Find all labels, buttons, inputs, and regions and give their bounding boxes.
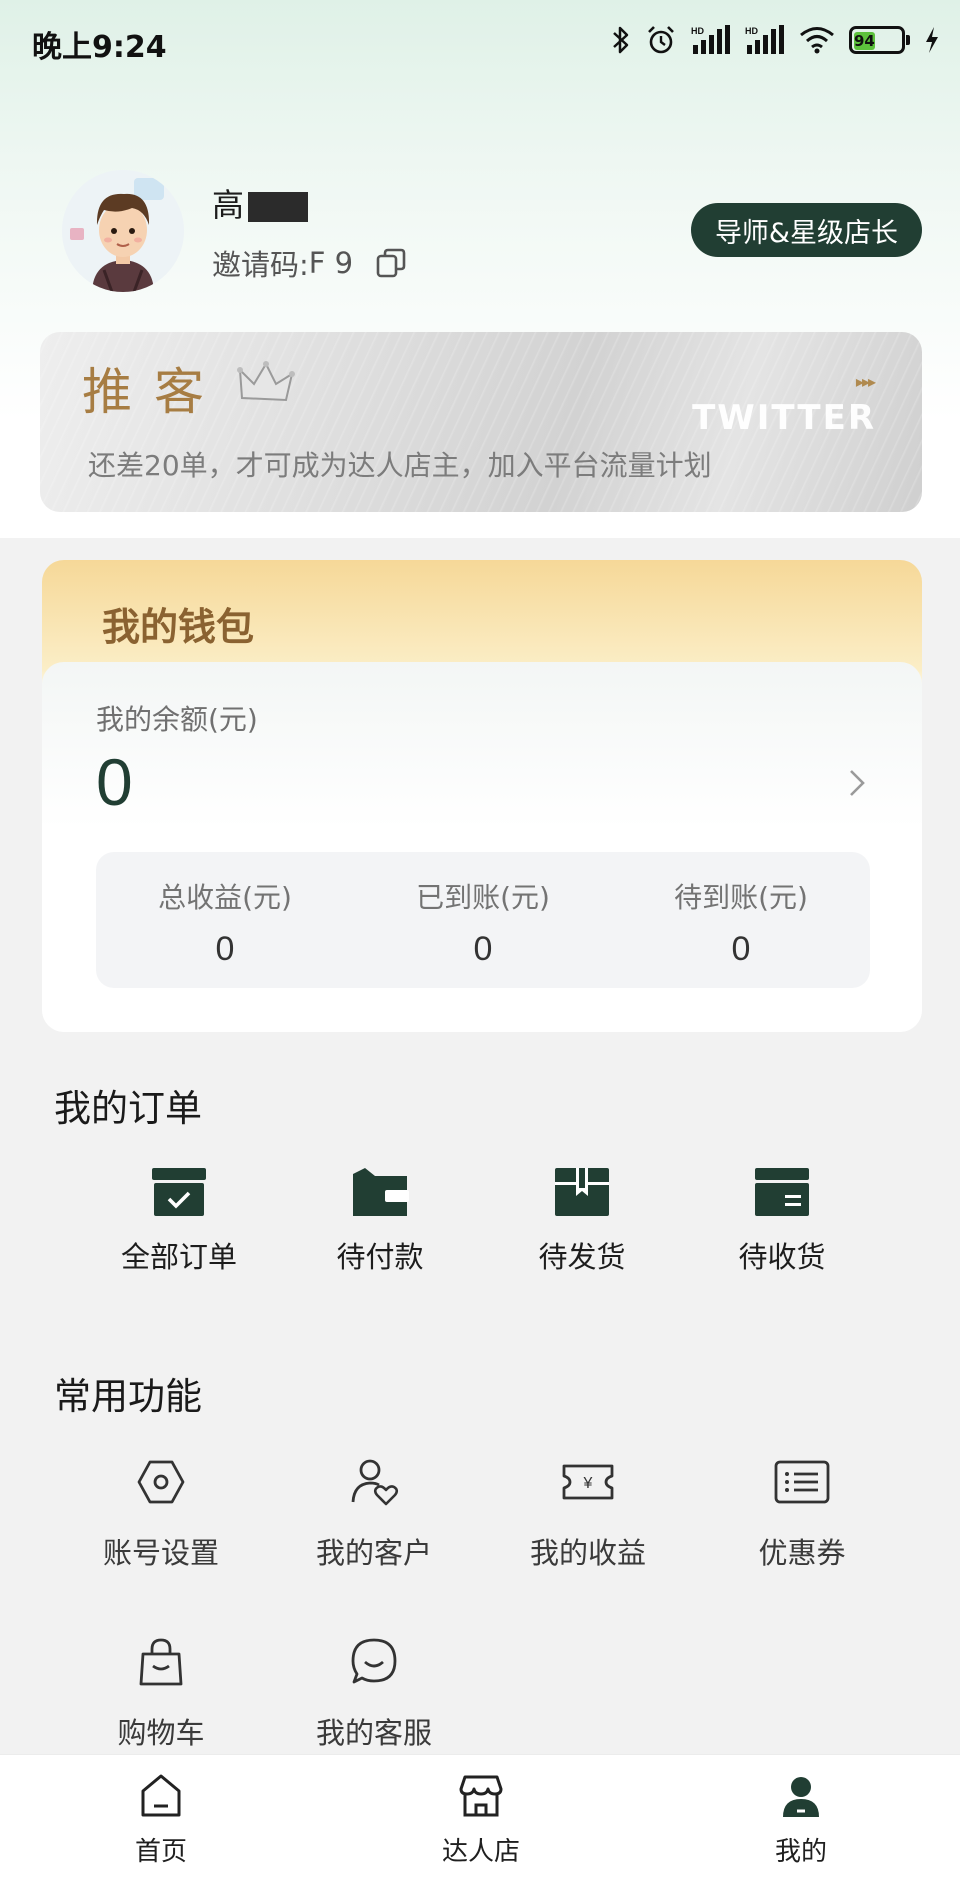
settings-hex-icon xyxy=(135,1456,187,1508)
status-icons: HD HD 94 xyxy=(611,20,940,60)
order-pending-payment[interactable]: 待付款 xyxy=(290,1166,470,1276)
banner-brand: TWITTER xyxy=(692,398,876,438)
func-label: 优惠券 xyxy=(758,1536,846,1570)
order-shortcuts: 全部订单 待付款 待发货 待收货 xyxy=(0,1166,960,1286)
order-label: 待收货 xyxy=(738,1240,826,1274)
box-check-icon xyxy=(150,1166,208,1218)
battery-level: 94 xyxy=(854,32,875,50)
functions-section-title: 常用功能 xyxy=(54,1375,202,1418)
balance-label: 我的余额(元) xyxy=(96,703,258,736)
func-label: 账号设置 xyxy=(102,1536,219,1570)
invite-code: F 9 xyxy=(308,246,354,280)
yen-ticket-icon: ¥ xyxy=(560,1456,616,1508)
bottom-navigation: 首页 达人店 我的 xyxy=(0,1754,960,1900)
func-label: 我的客服 xyxy=(315,1716,432,1750)
delivery-box-icon xyxy=(753,1166,811,1218)
orders-section-title: 我的订单 xyxy=(54,1087,202,1130)
battery-icon: 94 xyxy=(849,26,910,54)
username-text: 高 xyxy=(212,186,245,224)
alarm-icon xyxy=(645,24,677,56)
func-label: 我的客户 xyxy=(315,1536,432,1570)
banner-description: 还差20单，才可成为达人店主，加入平台流量计划 xyxy=(88,449,712,482)
wallet-card: 我的钱包 我的余额(元) 0 总收益(元) 0 已到账(元) 0 待到账(元) … xyxy=(42,560,922,1032)
avatar[interactable] xyxy=(62,170,184,292)
tutor-level-badge[interactable]: 导师&星级店长 xyxy=(690,203,922,257)
stat-label: 已到账(元) xyxy=(416,881,550,914)
svg-text:¥: ¥ xyxy=(583,1475,593,1492)
package-icon xyxy=(553,1166,611,1218)
order-pending-receipt[interactable]: 待收货 xyxy=(692,1166,872,1276)
user-icon xyxy=(779,1773,823,1819)
wifi-icon xyxy=(799,26,835,54)
wallet-icon xyxy=(351,1166,409,1218)
bluetooth-icon xyxy=(611,25,631,55)
nav-home[interactable]: 首页 xyxy=(61,1773,261,1868)
crown-icon xyxy=(236,358,296,412)
func-account-settings[interactable]: 账号设置 xyxy=(61,1456,261,1572)
promoter-banner[interactable]: 推客 ▸▸▸ TWITTER 还差20单，才可成为达人店主，加入平台流量计划 xyxy=(40,332,922,512)
wallet-title: 我的钱包 xyxy=(102,605,255,649)
func-customer-service[interactable]: 我的客服 xyxy=(274,1636,474,1752)
nav-label: 达人店 xyxy=(441,1837,520,1867)
svg-text:HD: HD xyxy=(691,26,704,36)
banner-title: 推客 xyxy=(82,363,226,421)
nav-store[interactable]: 达人店 xyxy=(381,1773,581,1868)
invite-label: 邀请码: xyxy=(212,248,309,282)
profile-screen: 晚上9:24 HD HD 94 高 邀请码: F 9 导师&星级店长 推客 ▸▸… xyxy=(0,0,960,1900)
signal-2-icon: HD xyxy=(745,25,785,55)
username: 高 xyxy=(212,180,309,226)
nav-label: 首页 xyxy=(134,1837,187,1867)
invite-code-row: 邀请码: F 9 xyxy=(212,242,407,284)
stat-label: 总收益(元) xyxy=(158,881,292,914)
status-time: 晚上9:24 xyxy=(32,30,167,65)
charging-icon xyxy=(924,26,940,54)
func-coupons[interactable]: 优惠券 xyxy=(702,1456,902,1572)
func-label: 购物车 xyxy=(117,1716,205,1750)
stat-label: 待到账(元) xyxy=(674,881,808,914)
redaction-mask xyxy=(248,192,309,222)
chat-smile-icon xyxy=(348,1636,400,1688)
wallet-balance-panel[interactable]: 我的余额(元) 0 总收益(元) 0 已到账(元) 0 待到账(元) 0 xyxy=(42,662,922,1032)
func-my-customers[interactable]: 我的客户 xyxy=(274,1456,474,1572)
earnings-stats: 总收益(元) 0 已到账(元) 0 待到账(元) 0 xyxy=(96,852,870,988)
signal-1-icon: HD xyxy=(691,25,731,55)
svg-text:HD: HD xyxy=(745,26,758,36)
store-icon xyxy=(459,1773,503,1819)
shopping-bag-icon xyxy=(135,1636,187,1688)
order-label: 待发货 xyxy=(538,1240,626,1274)
banner-arrows: ▸▸▸ xyxy=(855,372,876,391)
home-icon xyxy=(139,1773,183,1819)
nav-mine[interactable]: 我的 xyxy=(701,1773,901,1868)
order-all[interactable]: 全部订单 xyxy=(89,1166,269,1276)
stat-value: 0 xyxy=(473,930,493,968)
order-label: 全部订单 xyxy=(120,1240,237,1274)
user-heart-icon xyxy=(348,1456,400,1508)
balance-value: 0 xyxy=(96,745,133,819)
status-bar: 晚上9:24 HD HD 94 xyxy=(0,0,960,80)
copy-icon[interactable] xyxy=(375,247,407,279)
stat-value: 0 xyxy=(215,930,235,968)
stat-pending[interactable]: 待到账(元) 0 xyxy=(612,852,870,988)
func-shopping-cart[interactable]: 购物车 xyxy=(61,1636,261,1752)
chevron-right-icon[interactable] xyxy=(848,768,866,802)
func-my-earnings[interactable]: ¥ 我的收益 xyxy=(488,1456,688,1572)
func-label: 我的收益 xyxy=(529,1536,646,1570)
stat-received[interactable]: 已到账(元) 0 xyxy=(354,852,612,988)
stat-total-earnings[interactable]: 总收益(元) 0 xyxy=(96,852,354,988)
order-label: 待付款 xyxy=(336,1240,424,1274)
order-pending-shipment[interactable]: 待发货 xyxy=(492,1166,672,1276)
nav-label: 我的 xyxy=(774,1837,827,1867)
stat-value: 0 xyxy=(731,930,751,968)
coupon-list-icon xyxy=(773,1456,831,1508)
